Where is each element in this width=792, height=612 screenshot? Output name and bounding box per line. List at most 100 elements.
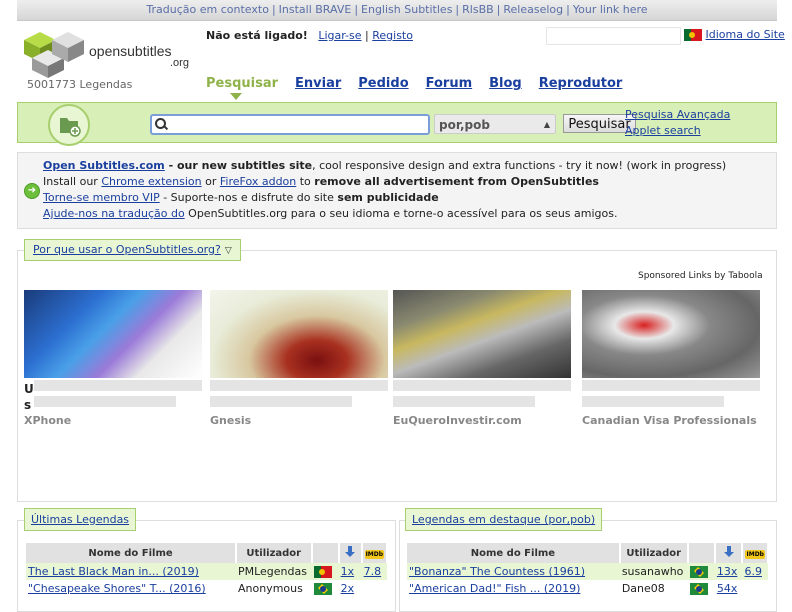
topbar-link-1[interactable]: Tradução em contexto: [146, 3, 269, 16]
vip-member-link[interactable]: Torne-se membro VIP: [43, 191, 160, 204]
featured-subtitles-tab[interactable]: Legendas em destaque (por,pob): [405, 508, 603, 531]
brazil-flag-icon: [313, 583, 332, 595]
nav-upload[interactable]: Enviar: [295, 76, 341, 91]
ad-blurred-title-1b: [34, 396, 177, 407]
ad-image-2: [210, 290, 388, 378]
col-downloads[interactable]: [338, 543, 363, 563]
ad-blurred-title-3: [393, 380, 571, 391]
info-line4-text: OpenSubtitles.org para o seu idioma e to…: [184, 207, 618, 220]
nav-forum[interactable]: Forum: [426, 76, 473, 91]
latest-subtitles-tab-label[interactable]: Últimas Legendas: [31, 513, 129, 526]
site-logo[interactable]: opensubtitles .org: [22, 28, 197, 78]
col-imdb[interactable]: IMDb: [742, 543, 769, 563]
movie-link[interactable]: "Bonanza" The Countess (1961): [409, 565, 585, 578]
nav-request[interactable]: Pedido: [358, 76, 408, 91]
col-flag: [311, 543, 340, 563]
nav-blog[interactable]: Blog: [489, 76, 522, 91]
download-count[interactable]: 1x: [341, 565, 355, 578]
language-select[interactable]: por,pob ▲: [434, 114, 556, 134]
why-tab-label[interactable]: Por que usar o OpenSubtitles.org?: [33, 243, 221, 256]
select-arrows-icon: ▲: [543, 120, 550, 129]
info-line2-mid: or: [201, 175, 220, 188]
movie-link[interactable]: "American Dad!" Fish ... (2019): [409, 582, 580, 595]
language-select-value: por,pob: [439, 118, 490, 132]
info-line1-text: , cool responsive design and extra funct…: [312, 159, 727, 172]
opensubtitles-com-link[interactable]: Open Subtitles.com: [43, 159, 165, 172]
ad-blurred-title-2: [210, 380, 388, 391]
ad-card-1[interactable]: U s XPhone: [24, 290, 202, 427]
info-line2-to: to: [296, 175, 315, 188]
ad-source-4: Canadian Visa Professionals: [582, 414, 757, 427]
uploader: Dane08: [621, 582, 665, 595]
ad-blurred-title-4: [582, 380, 760, 391]
movie-link[interactable]: The Last Black Man in... (2019): [28, 565, 199, 578]
col-user[interactable]: Utilizador: [235, 543, 313, 563]
topbar-link-3[interactable]: English Subtitles: [361, 3, 452, 16]
download-count[interactable]: 13x: [717, 565, 738, 578]
table-row[interactable]: "American Dad!" Fish ... (2019) Dane08 5…: [407, 580, 768, 597]
ad-title-start-2: s: [24, 398, 32, 412]
ad-blurred-title-4b: [582, 396, 725, 407]
imdb-rating[interactable]: 6.9: [744, 565, 762, 578]
site-language[interactable]: Idioma do Site: [684, 28, 785, 41]
download-count[interactable]: 54x: [717, 582, 738, 595]
table-row[interactable]: "Bonanza" The Countess (1961) susanawho …: [407, 563, 768, 580]
latest-subtitles-table: Nome do Filme Utilizador IMDb The Last B…: [26, 543, 389, 597]
search-extra-links: Pesquisa Avançada Applet search: [625, 107, 730, 139]
firefox-addon-link[interactable]: FireFox addon: [220, 175, 296, 188]
featured-subtitles-tab-label[interactable]: Legendas em destaque (por,pob): [412, 513, 595, 526]
site-language-link[interactable]: Idioma do Site: [706, 28, 785, 41]
table-row[interactable]: "Chesapeake Shores" T... (2016) Anonymou…: [26, 580, 387, 597]
imdb-icon: IMDb: [364, 549, 385, 559]
topbar-link-5[interactable]: Releaselog: [503, 3, 563, 16]
applet-search-link[interactable]: Applet search: [625, 123, 730, 139]
login-link[interactable]: Ligar-se: [318, 29, 361, 42]
ad-blurred-title-1: [34, 380, 202, 391]
portugal-flag-icon: [313, 566, 332, 578]
uploader: Anonymous: [237, 582, 303, 595]
download-icon: [344, 545, 356, 558]
download-count[interactable]: 2x: [341, 582, 355, 595]
col-downloads[interactable]: [714, 543, 744, 563]
latest-subtitles-tab[interactable]: Últimas Legendas: [24, 508, 137, 531]
brazil-flag-icon: [689, 583, 708, 595]
ad-card-2[interactable]: Gnesis: [210, 290, 388, 427]
col-movie-name[interactable]: Nome do Filme: [407, 543, 621, 563]
topbar-link-2[interactable]: Install BRAVE: [279, 3, 352, 16]
folder-add-icon[interactable]: [48, 104, 90, 146]
movie-link[interactable]: "Chesapeake Shores" T... (2016): [28, 582, 206, 595]
login-placeholder-box: [546, 27, 681, 45]
table-row[interactable]: The Last Black Man in... (2019) PMLegend…: [26, 563, 387, 580]
ad-source-1: XPhone: [24, 414, 72, 427]
col-imdb[interactable]: IMDb: [361, 543, 389, 563]
portugal-flag-icon: [684, 29, 702, 41]
info-line2-pre: Install our: [43, 175, 102, 188]
ad-card-4[interactable]: Canadian Visa Professionals: [582, 290, 760, 427]
ad-image-4: [582, 290, 760, 378]
ad-blurred-title-2b: [210, 396, 353, 407]
ad-card-3[interactable]: EuQueroInvestir.com: [393, 290, 571, 427]
nav-search[interactable]: Pesquisar: [206, 76, 278, 91]
col-movie-name[interactable]: Nome do Filme: [26, 543, 237, 563]
logo-text: opensubtitles: [89, 43, 172, 59]
imdb-rating[interactable]: 7.8: [364, 565, 382, 578]
nav-active-arrow-icon: [230, 93, 242, 100]
advanced-search-link[interactable]: Pesquisa Avançada: [625, 107, 730, 123]
login-status-text: Não está ligado!: [206, 29, 308, 42]
topbar-link-6[interactable]: Your link here: [573, 3, 648, 16]
help-translate-link[interactable]: Ajude-nos na tradução do: [43, 207, 185, 220]
nav-player[interactable]: Reprodutor: [539, 76, 623, 91]
login-status: Não está ligado! Ligar-se | Registo: [206, 29, 413, 42]
col-user[interactable]: Utilizador: [619, 543, 689, 563]
search-input[interactable]: [150, 114, 430, 135]
info-text: Open Subtitles.com - our new subtitles s…: [43, 158, 726, 222]
topbar-link-4[interactable]: RlsBB: [462, 3, 494, 16]
chrome-extension-link[interactable]: Chrome extension: [101, 175, 201, 188]
featured-subtitles-table: Nome do Filme Utilizador IMDb "Bonanza" …: [407, 543, 769, 597]
info-line3-bold: sem publicidade: [337, 191, 439, 204]
ad-image-1: [24, 290, 202, 378]
register-link[interactable]: Registo: [372, 29, 413, 42]
why-tab[interactable]: Por que usar o OpenSubtitles.org? ▽: [24, 239, 241, 261]
col-flag: [687, 543, 716, 563]
uploader: PMLegendas: [235, 563, 312, 580]
